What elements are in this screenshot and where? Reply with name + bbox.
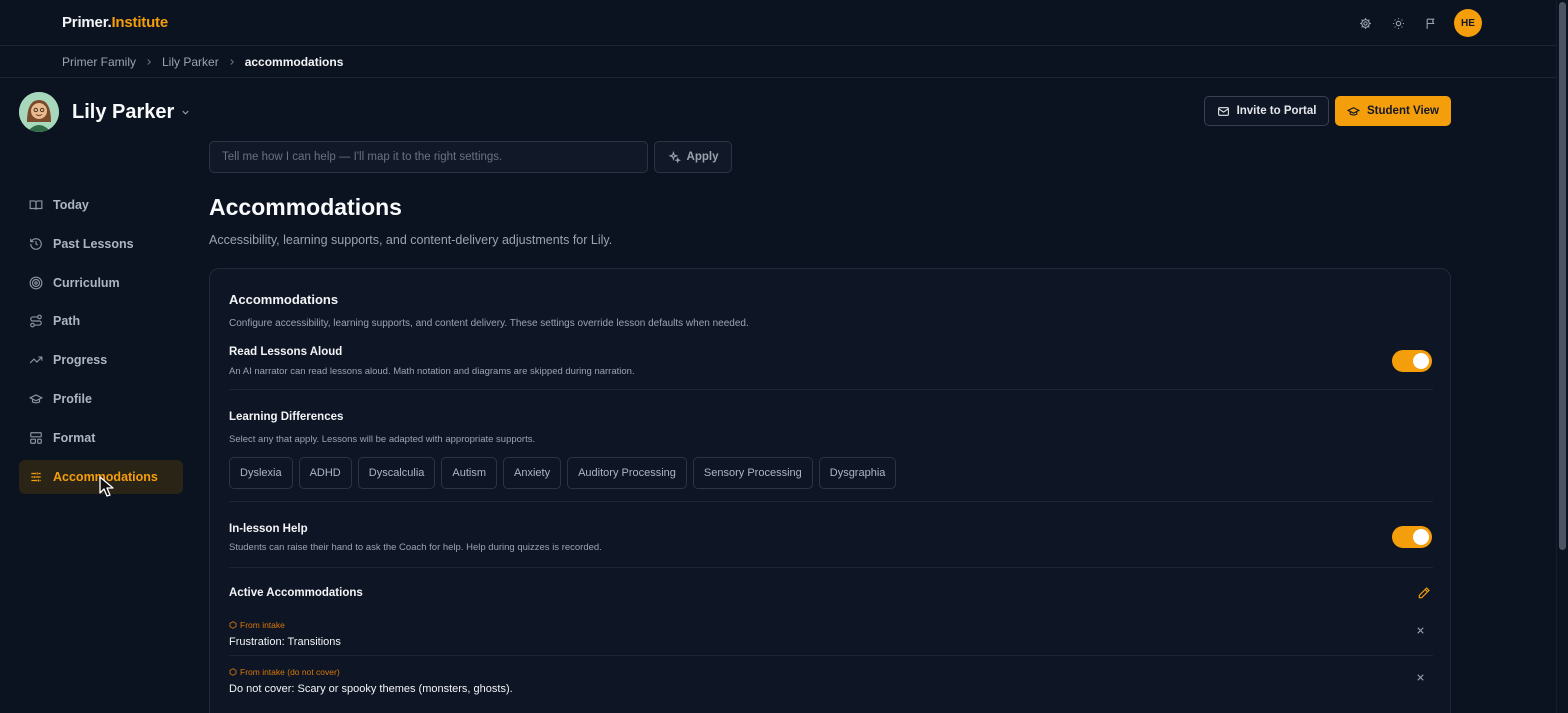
pencil-icon[interactable] bbox=[1417, 586, 1431, 600]
active-accommodations-title: Active Accommodations bbox=[229, 587, 363, 599]
chip-dyslexia[interactable]: Dyslexia bbox=[229, 457, 293, 489]
help-input[interactable] bbox=[209, 141, 648, 173]
apply-button[interactable]: Apply bbox=[654, 141, 732, 173]
chevron-down-icon bbox=[180, 107, 191, 118]
divider bbox=[229, 501, 1433, 502]
page-subtitle: Accessibility, learning supports, and co… bbox=[209, 233, 613, 247]
graduation-cap-icon bbox=[1347, 105, 1360, 118]
divider bbox=[229, 567, 1433, 568]
accommodation-tag: From intake (do not cover) bbox=[229, 667, 340, 677]
close-icon[interactable] bbox=[1415, 672, 1426, 683]
accommodation-tag: From intake bbox=[229, 620, 285, 630]
accommodations-card: Accommodations Configure accessibility, … bbox=[209, 268, 1451, 713]
hexagon-icon bbox=[229, 668, 237, 676]
layout-icon bbox=[29, 431, 43, 445]
sidebar-item-past-lessons[interactable]: Past Lessons bbox=[19, 227, 183, 261]
sidebar-nav: Today Past Lessons Curriculum Path Progr… bbox=[19, 188, 183, 498]
divider bbox=[229, 655, 1433, 656]
in-lesson-help-title: In-lesson Help bbox=[229, 523, 308, 535]
mail-icon bbox=[1217, 105, 1230, 118]
card-title: Accommodations bbox=[229, 292, 339, 307]
book-open-icon bbox=[29, 198, 43, 212]
app-logo[interactable]: Primer.Institute bbox=[62, 14, 168, 31]
top-bar: Primer.Institute HE bbox=[0, 0, 1556, 46]
sidebar-item-profile[interactable]: Profile bbox=[19, 382, 183, 416]
learning-differences-options: Dyslexia ADHD Dyscalculia Autism Anxiety… bbox=[229, 457, 897, 489]
chevron-right-icon bbox=[227, 57, 237, 67]
toggle-knob bbox=[1413, 529, 1429, 545]
card-description: Configure accessibility, learning suppor… bbox=[229, 318, 749, 329]
student-switcher[interactable]: Lily Parker bbox=[19, 92, 191, 132]
chevron-right-icon bbox=[144, 57, 154, 67]
sidebar-item-progress[interactable]: Progress bbox=[19, 343, 183, 377]
route-icon bbox=[29, 314, 43, 328]
sidebar-item-path[interactable]: Path bbox=[19, 304, 183, 338]
top-actions: HE bbox=[1349, 9, 1482, 37]
student-view-button[interactable]: Student View bbox=[1335, 96, 1451, 126]
breadcrumb: Primer Family Lily Parker accommodations bbox=[0, 46, 1556, 78]
close-icon[interactable] bbox=[1415, 625, 1426, 636]
hexagon-icon bbox=[229, 621, 237, 629]
scrollbar-thumb[interactable] bbox=[1559, 2, 1566, 550]
accommodation-text: Do not cover: Scary or spooky themes (mo… bbox=[229, 683, 513, 695]
sidebar-item-format[interactable]: Format bbox=[19, 421, 183, 455]
gear-icon[interactable] bbox=[1349, 9, 1382, 37]
trending-up-icon bbox=[29, 353, 43, 367]
read-aloud-toggle[interactable] bbox=[1392, 350, 1432, 372]
sidebar-item-curriculum[interactable]: Curriculum bbox=[19, 266, 183, 300]
flag-icon[interactable] bbox=[1415, 9, 1448, 37]
chip-auditory-processing[interactable]: Auditory Processing bbox=[567, 457, 687, 489]
chip-dysgraphia[interactable]: Dysgraphia bbox=[818, 457, 897, 489]
chip-adhd[interactable]: ADHD bbox=[298, 457, 352, 489]
chip-dyscalculia[interactable]: Dyscalculia bbox=[357, 457, 436, 489]
accommodation-text: Frustration: Transitions bbox=[229, 636, 341, 648]
sparkles-icon bbox=[667, 150, 681, 164]
in-lesson-help-toggle[interactable] bbox=[1392, 526, 1432, 548]
invite-to-portal-button[interactable]: Invite to Portal bbox=[1204, 96, 1329, 126]
chip-sensory-processing[interactable]: Sensory Processing bbox=[692, 457, 813, 489]
target-icon bbox=[29, 276, 43, 290]
sun-icon[interactable] bbox=[1382, 9, 1415, 37]
chip-autism[interactable]: Autism bbox=[441, 457, 498, 489]
divider bbox=[229, 389, 1433, 390]
read-aloud-description: An AI narrator can read lessons aloud. M… bbox=[229, 366, 635, 377]
mouse-cursor-icon bbox=[99, 476, 115, 498]
student-name: Lily Parker bbox=[72, 100, 175, 123]
breadcrumb-item-family[interactable]: Primer Family bbox=[62, 55, 136, 69]
page-scrollbar[interactable] bbox=[1556, 0, 1568, 713]
learning-differences-title: Learning Differences bbox=[229, 411, 344, 423]
graduation-cap-icon bbox=[29, 392, 43, 406]
page-title: Accommodations bbox=[209, 194, 402, 220]
user-avatar[interactable]: HE bbox=[1454, 9, 1482, 37]
breadcrumb-item-current: accommodations bbox=[244, 54, 344, 69]
in-lesson-help-description: Students can raise their hand to ask the… bbox=[229, 542, 602, 553]
breadcrumb-item-student[interactable]: Lily Parker bbox=[162, 55, 219, 69]
student-avatar bbox=[19, 92, 59, 132]
learning-differences-description: Select any that apply. Lessons will be a… bbox=[229, 434, 536, 445]
toggle-knob bbox=[1413, 353, 1429, 369]
chip-anxiety[interactable]: Anxiety bbox=[503, 457, 562, 489]
history-icon bbox=[29, 237, 43, 251]
read-aloud-title: Read Lessons Aloud bbox=[229, 346, 343, 358]
sidebar-item-today[interactable]: Today bbox=[19, 188, 183, 222]
sliders-icon bbox=[29, 470, 43, 484]
